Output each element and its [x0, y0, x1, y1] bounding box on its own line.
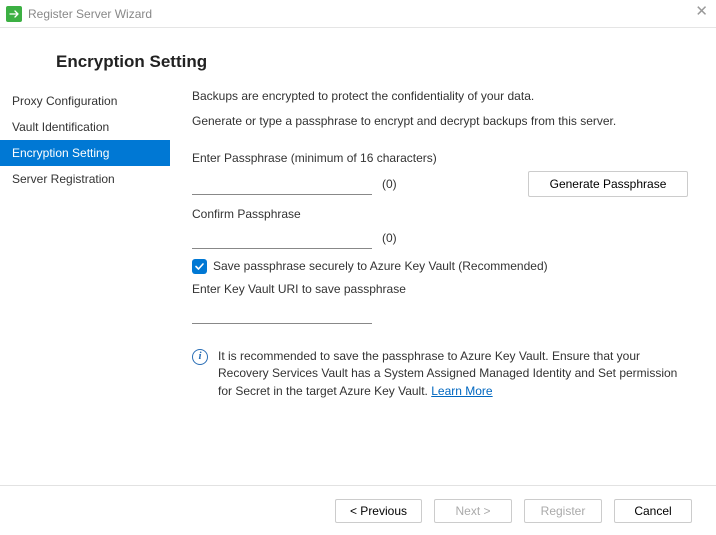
register-button[interactable]: Register [524, 499, 602, 523]
info-block: i It is recommended to save the passphra… [192, 348, 694, 400]
sidebar-item-registration[interactable]: Server Registration [0, 166, 170, 192]
confirm-passphrase-input[interactable] [192, 227, 372, 249]
window-title: Register Server Wizard [28, 7, 152, 21]
enter-passphrase-label: Enter Passphrase (minimum of 16 characte… [192, 151, 694, 165]
confirm-passphrase-label: Confirm Passphrase [192, 207, 694, 221]
learn-more-link[interactable]: Learn More [431, 384, 492, 398]
generate-passphrase-button[interactable]: Generate Passphrase [528, 171, 688, 197]
enter-passphrase-counter: (0) [382, 177, 397, 191]
sidebar-item-encryption[interactable]: Encryption Setting [0, 140, 170, 166]
confirm-passphrase-counter: (0) [382, 231, 397, 245]
next-button[interactable]: Next > [434, 499, 512, 523]
wizard-footer: < Previous Next > Register Cancel [0, 485, 716, 535]
close-icon[interactable]: ✕ [695, 4, 708, 19]
enter-passphrase-input[interactable] [192, 173, 372, 195]
previous-button[interactable]: < Previous [335, 499, 422, 523]
title-bar: Register Server Wizard ✕ [0, 0, 716, 28]
cancel-button[interactable]: Cancel [614, 499, 692, 523]
info-text-wrap: It is recommended to save the passphrase… [218, 348, 694, 400]
info-icon: i [192, 349, 208, 365]
wizard-steps-sidebar: Proxy Configuration Vault Identification… [0, 88, 170, 481]
app-icon [6, 6, 22, 22]
intro-line-2: Generate or type a passphrase to encrypt… [192, 113, 694, 130]
page-title: Encryption Setting [56, 52, 716, 72]
keyvault-uri-input[interactable] [192, 302, 372, 324]
content-area: Backups are encrypted to protect the con… [170, 88, 716, 481]
sidebar-item-vault[interactable]: Vault Identification [0, 114, 170, 140]
save-keyvault-checkbox[interactable] [192, 259, 207, 274]
keyvault-uri-label: Enter Key Vault URI to save passphrase [192, 282, 694, 296]
page-header: Encryption Setting [0, 28, 716, 88]
sidebar-item-proxy[interactable]: Proxy Configuration [0, 88, 170, 114]
intro-line-1: Backups are encrypted to protect the con… [192, 88, 694, 105]
save-keyvault-label: Save passphrase securely to Azure Key Va… [213, 259, 548, 273]
